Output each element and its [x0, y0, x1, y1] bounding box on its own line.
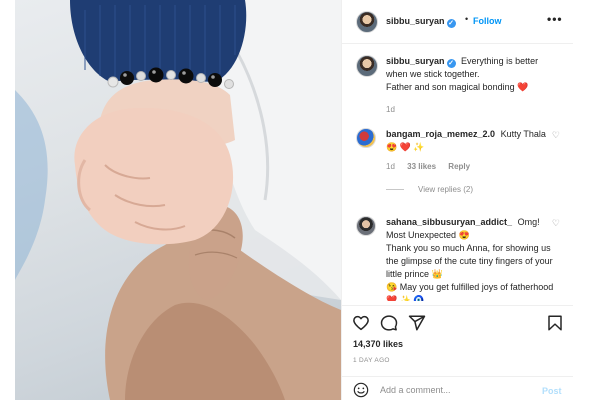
father-son-hands-image: [15, 0, 341, 400]
post-timestamp[interactable]: 1 DAY AGO: [353, 357, 390, 364]
instagram-post-window: sibbu_suryan ✓ • Follow ••• sibbu_suryan ✓…: [0, 0, 600, 400]
comment-icon[interactable]: [380, 314, 398, 332]
more-options-icon[interactable]: •••: [547, 12, 563, 26]
comment-meta: 1d 33 likes Reply: [386, 160, 554, 173]
page-gutter: [573, 0, 600, 400]
caption-username[interactable]: sibbu_suryan ✓: [386, 56, 456, 68]
comments-list[interactable]: sibbu_suryan ✓ Everything is better when …: [342, 45, 574, 301]
comment-text-line2: Thank you so much Anna, for showing us t…: [386, 243, 553, 279]
comment-body: bangam_roja_memez_2.0 Kutty Thala 😍 ❤️ ✨…: [386, 128, 554, 196]
caption-body: sibbu_suryan ✓ Everything is better when …: [386, 55, 554, 116]
author-username[interactable]: sibbu_suryan ✓: [386, 16, 456, 28]
follow-button[interactable]: Follow: [473, 16, 502, 26]
header-separator: •: [465, 14, 469, 24]
add-comment-input[interactable]: [380, 382, 530, 398]
bookmark-icon[interactable]: [546, 314, 564, 332]
comment-like-icon[interactable]: ♡: [552, 218, 560, 229]
post-photo: [15, 0, 341, 400]
likes-count[interactable]: 14,370 likes: [353, 339, 403, 349]
comment-time: 1d: [386, 162, 395, 171]
commenter-avatar[interactable]: [356, 216, 376, 236]
comment-body: sahana_sibbusuryan_addict_ Omg! Most Une…: [386, 216, 554, 301]
post-header: sibbu_suryan ✓ • Follow •••: [342, 0, 574, 44]
author-avatar[interactable]: [356, 11, 378, 33]
heart-outline-icon[interactable]: [352, 314, 370, 332]
comment-likes[interactable]: 33 likes: [407, 162, 436, 171]
post-comment-button[interactable]: Post: [542, 386, 562, 396]
commenter-username[interactable]: bangam_roja_memez_2.0: [386, 129, 495, 139]
caption-avatar[interactable]: [356, 55, 378, 77]
caption-text-line2: Father and son magical bonding ❤️: [386, 82, 529, 92]
commenter-avatar[interactable]: [356, 128, 376, 148]
replies-divider-line: [386, 189, 404, 191]
verified-badge-icon: ✓: [446, 19, 456, 28]
add-comment-bar: Post: [342, 376, 574, 400]
paper-plane-icon[interactable]: [408, 314, 426, 332]
caption-time: 1d: [386, 105, 395, 114]
verified-badge-icon: ✓: [446, 59, 456, 68]
comment-text-line3: 😘 May you get fulfilled joys of fatherho…: [386, 282, 554, 301]
post-details-panel: sibbu_suryan ✓ • Follow ••• sibbu_suryan ✓…: [341, 0, 574, 400]
comment-like-icon[interactable]: ♡: [552, 130, 560, 141]
reply-button[interactable]: Reply: [448, 162, 470, 171]
commenter-username[interactable]: sahana_sibbusuryan_addict_: [386, 217, 512, 227]
emoji-icon[interactable]: [353, 382, 369, 398]
view-replies-button[interactable]: View replies (2): [386, 183, 554, 196]
post-action-bar: [342, 305, 574, 335]
